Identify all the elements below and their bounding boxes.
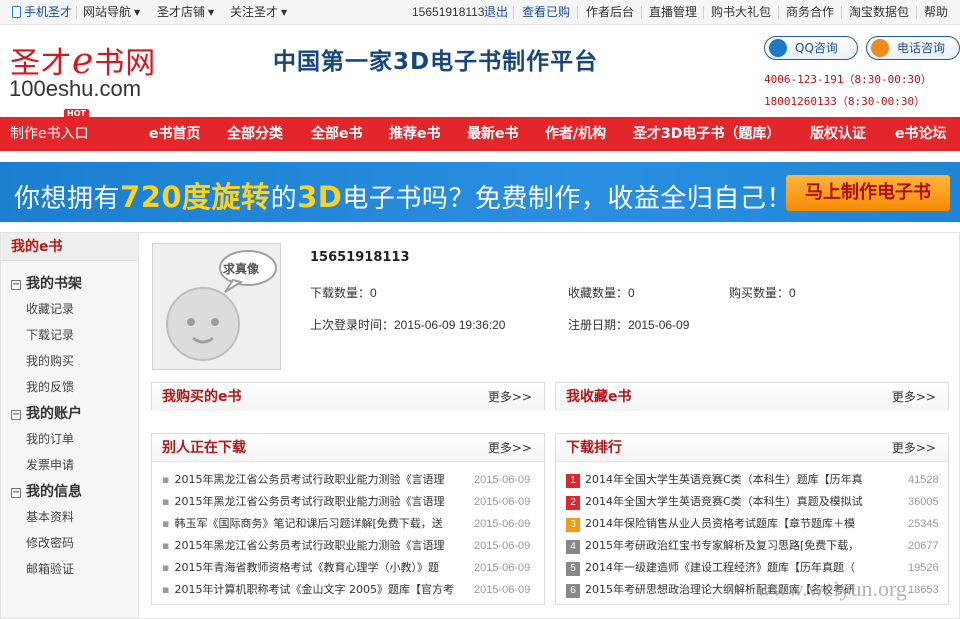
collapse-icon: − [11,487,21,498]
nav-item-all-ebooks[interactable]: 全部e书 [311,117,363,151]
watermark: www.weiyun.org [756,576,907,601]
ranking-item[interactable]: 3 2014年保险销售从业人员资格考试题库【章节题库＋模 25345 [556,513,948,535]
collapse-icon: − [11,279,21,290]
site-slogan: 中国第一家3D电子书制作平台 [273,49,599,75]
list-item[interactable]: ▪ 2015年青海省教师资格考试《教育心理学（小教）》题 2015-06-09 [152,557,544,579]
nav-item-3d-ebooks[interactable]: 圣才3D电子书（题库） [633,117,780,151]
create-ebook-button[interactable]: 马上制作电子书 [786,175,950,211]
ranking-item[interactable]: 2 2014年全国大学生英语竞赛C类（本科生）真题及模拟试 36005 [556,491,948,513]
rank-badge: 2 [566,496,580,510]
live-admin-link[interactable]: 直播管理 [649,0,697,25]
nav-item-copyright[interactable]: 版权认证 [810,117,866,151]
sidebar-item-email-verify[interactable]: 邮箱验证 [26,560,74,577]
nav-item-forum[interactable]: e书论坛 [895,117,947,151]
nav-item-recommended[interactable]: 推荐e书 [389,117,441,151]
taobao-data-link[interactable]: 淘宝数据包 [849,0,909,25]
sidebar-group-info[interactable]: − 我的信息 [11,481,82,501]
profile-purchases: 购买数量：0 [729,286,796,300]
profile-last-login: 上次登录时间：2015-06-09 19:36:20 [310,318,506,332]
banner-text: 你想拥有720度旋转的3D电子书吗？免费制作，收益全归自己！ [14,180,793,214]
more-link[interactable]: 更多>> [488,383,532,411]
sidebar-group-bookshelf[interactable]: − 我的书架 [11,273,82,293]
panel-my-purchased: 我购买的e书 更多>> [151,382,545,411]
hotline-2: 18001260133（8:30-00:30） [764,95,926,108]
avatar-bubble-text: 求真像 [223,262,260,276]
sidebar-item-invoice[interactable]: 发票申请 [26,456,74,473]
profile-downloads: 下载数量：0 [310,286,377,300]
more-link[interactable]: 更多>> [488,434,532,462]
panel-title: 别人正在下载 [162,440,246,456]
avatar[interactable]: 求真像 [152,243,281,370]
panel-title: 下载排行 [566,440,622,456]
profile-register-date: 注册日期：2015-06-09 [568,318,690,332]
mobile-link[interactable]: 手机圣才 [12,0,72,25]
purchased-link[interactable]: 查看已购 [522,0,570,25]
profile-favorites: 收藏数量：0 [568,286,635,300]
list-item[interactable]: ▪ 2015年计算机职称考试《金山文字 2005》题库【官方考 2015-06-09 [152,579,544,601]
current-user: 15651918113 [412,5,485,19]
panel-title: 我收藏e书 [566,389,632,405]
promo-banner[interactable]: 你想拥有720度旋转的3D电子书吗？免费制作，收益全归自己！ 马上制作电子书 [0,162,960,222]
nav-item-authors[interactable]: 作者/机构 [545,117,606,151]
author-admin-link[interactable]: 作者后台 [586,0,634,25]
list-item[interactable]: ▪ 2015年黑龙江省公务员考试行政职业能力测验《言语理 2015-06-09 [152,535,544,557]
ranking-item[interactable]: 1 2014年全国大学生英语竞赛C类（本科生）题库【历年真 41528 [556,469,948,491]
sidebar-item-orders[interactable]: 我的订单 [26,430,74,447]
more-link[interactable]: 更多>> [892,383,936,411]
profile-username: 15651918113 [310,250,410,265]
hotline-1: 4006-123-191（8:30-00:30） [764,73,932,86]
nav-item-latest[interactable]: 最新e书 [467,117,519,151]
caret-down-icon: ▼ [208,8,215,17]
rank-badge: 3 [566,518,580,532]
telephone-icon [871,39,889,57]
rank-badge: 1 [566,474,580,488]
sidebar-item-password[interactable]: 修改密码 [26,534,74,551]
logout-link[interactable]: 退出 [484,0,508,25]
top-bar: 手机圣才 网站导航 ▼ 圣才店铺 ▼ 关注圣才 ▼ 15651918113 退出 查看… [0,0,960,25]
rank-badge: 4 [566,540,580,554]
qq-icon [769,39,787,57]
collapse-icon: − [11,409,21,420]
rank-badge: 6 [566,584,580,598]
nav-item-categories[interactable]: 全部分类 [227,117,283,151]
sidebar: 我的e书 − 我的书架 收藏记录 下载记录 我的购买 我的反馈 − 我的账户 我的订… [0,232,139,619]
site-logo-domain: 100eshu.com [9,76,142,101]
sidebar-item-purchases[interactable]: 我的购买 [26,352,74,369]
phone-consult-button[interactable]: 电话咨询 [866,36,960,60]
gift-pack-link[interactable]: 购书大礼包 [711,0,771,25]
panel-title: 我购买的e书 [162,389,242,405]
list-item[interactable]: ▪ 韩玉军《国际商务》笔记和课后习题详解[免费下载，送 2015-06-09 [152,513,544,535]
sidebar-title: 我的e书 [1,233,138,261]
phone-icon [12,6,21,18]
caret-down-icon: ▼ [281,8,288,17]
avatar-placeholder-icon [153,244,280,369]
sidebar-item-profile[interactable]: 基本资料 [26,508,74,525]
rank-badge: 5 [566,562,580,576]
caret-down-icon: ▼ [134,8,141,17]
sidebar-item-downloads[interactable]: 下载记录 [26,326,74,343]
panel-others-downloading: 别人正在下载 更多>> ▪ 2015年黑龙江省公务员考试行政职业能力测验《言语理 2… [151,433,545,605]
sidebar-group-account[interactable]: − 我的账户 [11,403,82,423]
shop-menu[interactable]: 圣才店铺 ▼ [157,0,214,25]
more-link[interactable]: 更多>> [892,434,936,462]
follow-menu[interactable]: 关注圣才 ▼ [230,0,287,25]
nav-item-home[interactable]: e书首页 [149,117,201,151]
business-link[interactable]: 商务合作 [786,0,834,25]
list-item[interactable]: ▪ 2015年黑龙江省公务员考试行政职业能力测验《言语理 2015-06-09 [152,469,544,491]
list-item[interactable]: ▪ 2015年黑龙江省公务员考试行政职业能力测验《言语理 2015-06-09 [152,491,544,513]
site-nav-menu[interactable]: 网站导航 ▼ [83,0,140,25]
panel-my-collected: 我收藏e书 更多>> [555,382,949,411]
ranking-item[interactable]: 4 2015年考研政治红宝书专家解析及复习思路[免费下载， 20677 [556,535,948,557]
qq-consult-button[interactable]: QQ咨询 [764,36,858,60]
help-link[interactable]: 帮助 [924,0,948,25]
main-nav: 制作e书入口 e书首页 全部分类 全部e书 推荐e书 最新e书 作者/机构 圣才… [0,117,960,151]
sidebar-item-feedback[interactable]: 我的反馈 [26,378,74,395]
sidebar-item-favorites[interactable]: 收藏记录 [26,300,74,317]
nav-create-ebook-entry[interactable]: 制作e书入口 [10,117,89,151]
